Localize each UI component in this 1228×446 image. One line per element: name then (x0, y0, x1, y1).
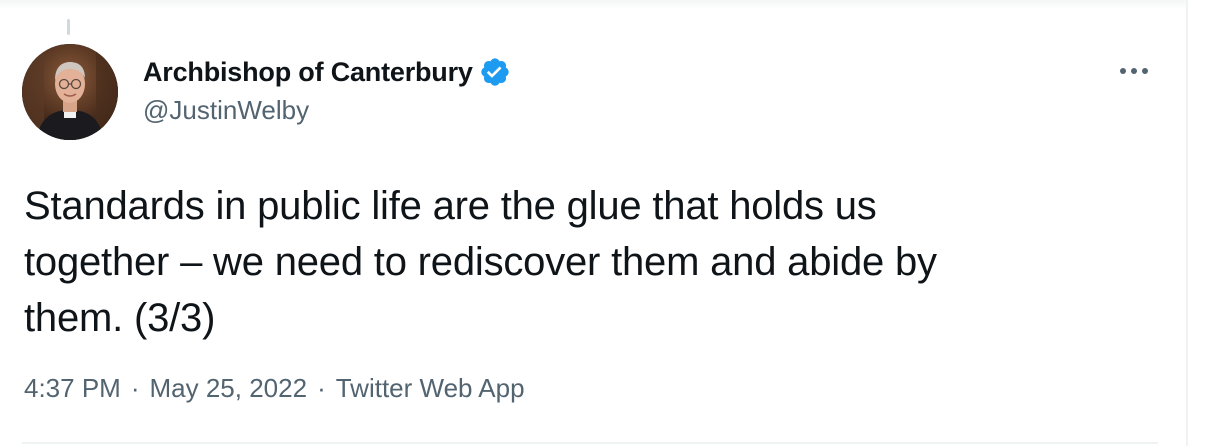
author-handle[interactable]: @JustinWelby (143, 95, 309, 126)
tweet-text: Standards in public life are the glue th… (24, 184, 937, 340)
tweet-timestamp-time[interactable]: 4:37 PM (24, 373, 121, 404)
more-horizontal-icon (1120, 68, 1148, 74)
previous-tweet-edge (0, 0, 1186, 10)
tweet-timestamp-date[interactable]: May 25, 2022 (150, 373, 308, 404)
tweet-divider (22, 442, 1158, 444)
tweet-page: Archbishop of Canterbury @JustinWelby St… (0, 0, 1228, 446)
author-name-row: Archbishop of Canterbury (143, 54, 511, 90)
avatar-photo (22, 44, 118, 140)
thread-connector-line (67, 19, 70, 35)
author-display-name[interactable]: Archbishop of Canterbury (143, 57, 473, 88)
avatar[interactable] (22, 44, 118, 140)
tweet-metadata: 4:37 PM · May 25, 2022 · Twitter Web App (24, 373, 525, 404)
meta-separator: · (317, 373, 326, 403)
tweet-source-link[interactable]: Twitter Web App (336, 373, 525, 404)
verified-badge-icon (479, 56, 511, 88)
meta-separator: · (130, 373, 140, 403)
column-divider (1186, 0, 1188, 446)
more-options-button[interactable] (1114, 56, 1154, 86)
